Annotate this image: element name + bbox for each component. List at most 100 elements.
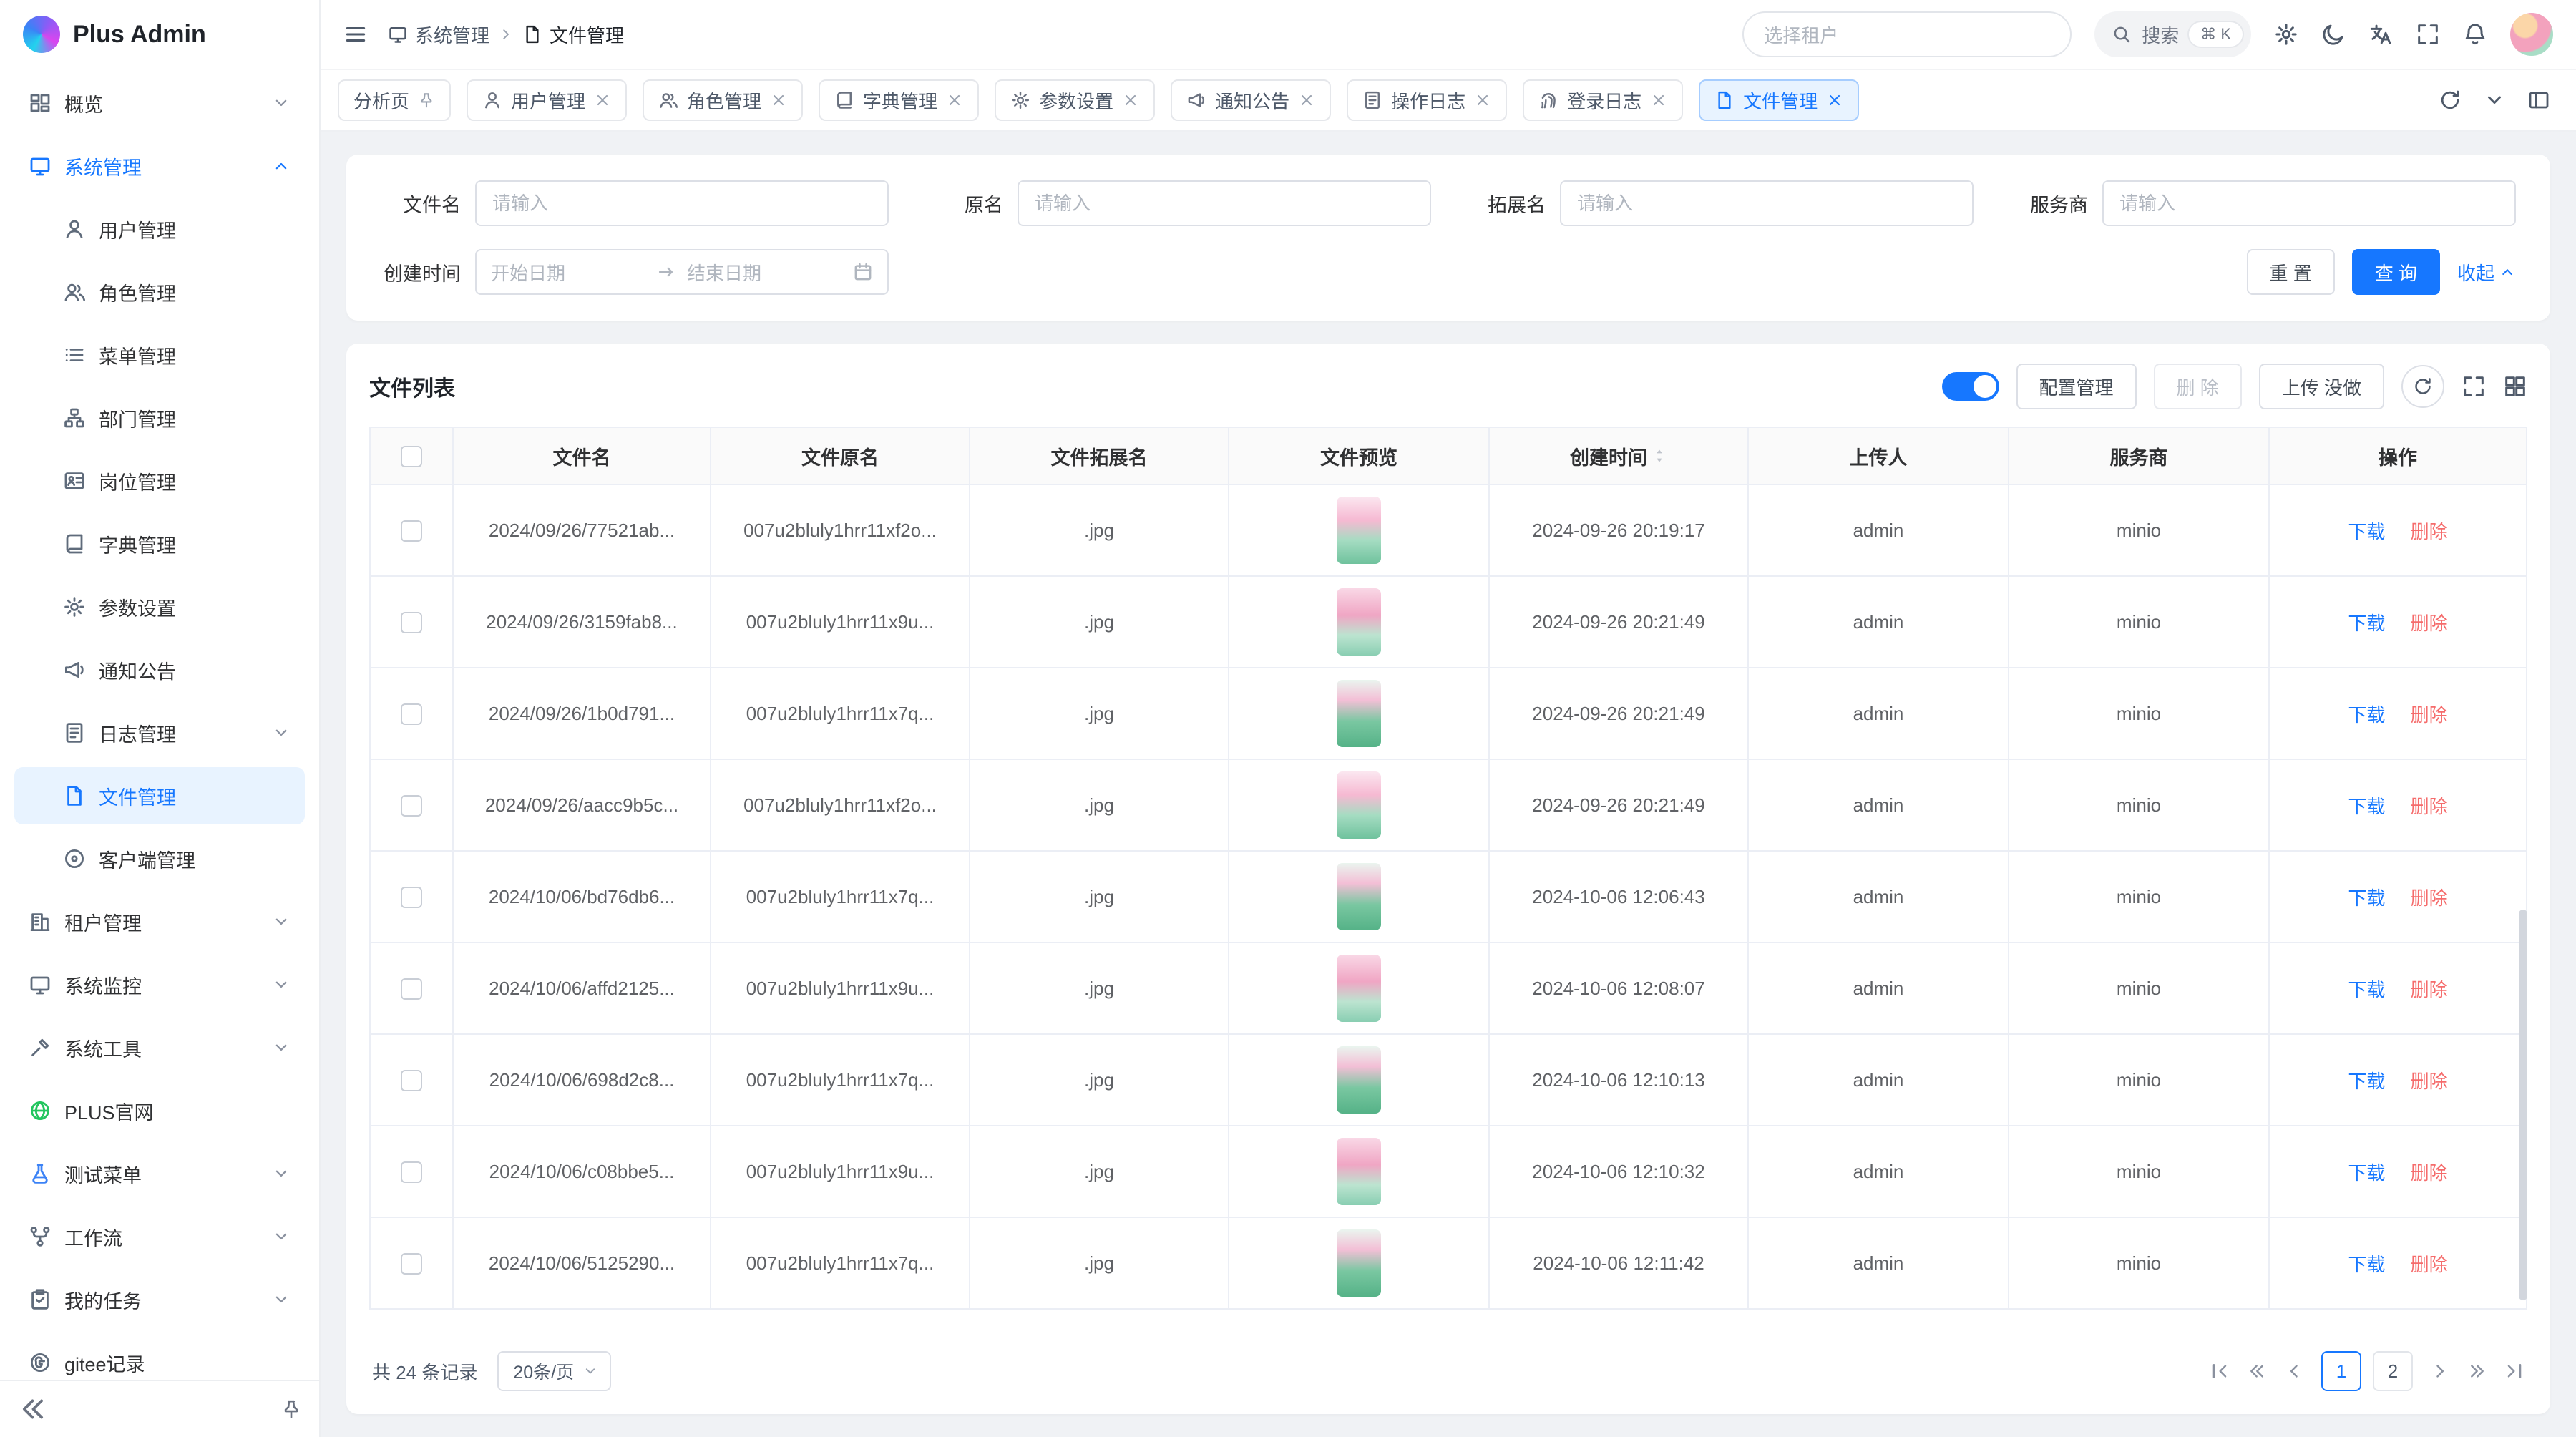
file-preview-image[interactable] [1337,497,1381,564]
config-management-button[interactable]: 配置管理 [2016,364,2137,409]
sidebar-collapse-button[interactable] [17,1393,49,1425]
sidebar-item-workflow[interactable]: 工作流 [14,1208,305,1265]
column-header-created[interactable]: 创建时间 [1489,427,1748,484]
delete-link[interactable]: 删除 [2411,796,2448,817]
reset-button[interactable]: 重 置 [2247,249,2335,295]
sidebar-pin-icon[interactable] [280,1398,302,1420]
tab-login-log[interactable]: 登录日志 [1523,79,1683,121]
sidebar-item-user-management[interactable]: 用户管理 [14,200,305,258]
dark-mode-icon[interactable] [2321,22,2346,47]
sidebar-item-system-tools[interactable]: 系统工具 [14,1019,305,1076]
download-link[interactable]: 下载 [2348,796,2385,817]
fullscreen-icon[interactable] [2416,22,2440,47]
row-checkbox[interactable] [401,887,422,908]
close-icon[interactable] [770,92,787,109]
tab-notice[interactable]: 通知公告 [1171,79,1331,121]
select-all-checkbox[interactable] [401,446,422,467]
translate-icon[interactable] [2368,22,2393,47]
global-search-button[interactable]: 搜索 ⌘ K [2094,11,2251,57]
next-page-button[interactable] [2430,1361,2450,1381]
file-preview-image[interactable] [1337,771,1381,839]
row-checkbox[interactable] [401,703,422,725]
close-icon[interactable] [1650,92,1667,109]
file-name-input[interactable] [475,180,889,226]
pin-icon[interactable] [418,92,435,109]
page-2-button[interactable]: 2 [2373,1351,2413,1391]
query-button[interactable]: 查 询 [2352,249,2440,295]
sidebar-item-test-menu[interactable]: 测试菜单 [14,1145,305,1202]
row-checkbox[interactable] [401,795,422,817]
row-checkbox[interactable] [401,1253,422,1275]
logo[interactable]: Plus Admin [0,0,319,69]
collapse-filter-link[interactable]: 收起 [2457,259,2516,286]
sidebar-item-system-monitor[interactable]: 系统监控 [14,956,305,1013]
file-preview-image[interactable] [1337,1229,1381,1297]
download-link[interactable]: 下载 [2348,1254,2385,1275]
download-link[interactable]: 下载 [2348,979,2385,1000]
last-page-button[interactable] [2504,1361,2524,1381]
first-page-button[interactable] [2210,1361,2230,1381]
close-icon[interactable] [946,92,963,109]
page-size-select[interactable]: 20条/页 [497,1351,611,1391]
layout-icon[interactable] [2527,89,2550,112]
delete-link[interactable]: 删除 [2411,1254,2448,1275]
prev-page-button[interactable] [2284,1361,2304,1381]
delete-link[interactable]: 删除 [2411,887,2448,909]
tab-file-management[interactable]: 文件管理 [1699,79,1859,121]
close-icon[interactable] [1298,92,1315,109]
chevron-down-icon[interactable] [2483,89,2506,112]
sidebar-item-overview[interactable]: 概览 [14,74,305,132]
sidebar-item-client-management[interactable]: 客户端管理 [14,830,305,887]
scrollbar-thumb[interactable] [2519,910,2527,1300]
file-preview-image[interactable] [1337,680,1381,747]
delete-link[interactable]: 删除 [2411,704,2448,726]
close-icon[interactable] [594,92,611,109]
delete-link[interactable]: 删除 [2411,613,2448,634]
file-preview-image[interactable] [1337,955,1381,1022]
delete-button[interactable]: 删 除 [2154,364,2242,409]
date-range-picker[interactable]: 开始日期 结束日期 [475,249,889,295]
delete-link[interactable]: 删除 [2411,1071,2448,1092]
settings-icon[interactable] [2274,22,2298,47]
close-icon[interactable] [1122,92,1139,109]
breadcrumb-item-system-management[interactable]: 系统管理 [388,21,489,48]
refresh-tab-icon[interactable] [2439,89,2462,112]
file-preview-image[interactable] [1337,1138,1381,1205]
download-link[interactable]: 下载 [2348,887,2385,909]
breadcrumb-item-file-management[interactable]: 文件管理 [522,21,624,48]
sidebar-item-dict-management[interactable]: 字典管理 [14,515,305,573]
row-checkbox[interactable] [401,1161,422,1183]
sidebar-item-param-settings[interactable]: 参数设置 [14,578,305,635]
close-icon[interactable] [1826,92,1843,109]
prev-5-pages-button[interactable] [2247,1361,2267,1381]
extension-input[interactable] [1560,180,1974,226]
sidebar-item-system-management[interactable]: 系统管理 [14,137,305,195]
sidebar-item-log-management[interactable]: 日志管理 [14,704,305,761]
sidebar-item-tenant-management[interactable]: 租户管理 [14,893,305,950]
avatar[interactable] [2510,13,2553,56]
download-link[interactable]: 下载 [2348,704,2385,726]
download-link[interactable]: 下载 [2348,1162,2385,1184]
page-1-button[interactable]: 1 [2321,1351,2361,1391]
next-5-pages-button[interactable] [2467,1361,2487,1381]
close-icon[interactable] [1474,92,1491,109]
delete-link[interactable]: 删除 [2411,1162,2448,1184]
tenant-select[interactable]: 选择租户 [1742,11,2072,57]
row-checkbox[interactable] [401,978,422,1000]
tab-user-management[interactable]: 用户管理 [467,79,627,121]
sort-icon[interactable] [1652,445,1667,467]
notifications-icon[interactable] [2463,22,2487,47]
delete-link[interactable]: 删除 [2411,979,2448,1000]
row-checkbox[interactable] [401,612,422,633]
table-scrollbar[interactable] [2519,485,2527,1334]
download-link[interactable]: 下载 [2348,613,2385,634]
sidebar-item-dept-management[interactable]: 部门管理 [14,389,305,447]
sidebar-item-menu-management[interactable]: 菜单管理 [14,326,305,384]
sidebar-item-role-management[interactable]: 角色管理 [14,263,305,321]
sidebar-item-notice[interactable]: 通知公告 [14,641,305,698]
refresh-table-button[interactable] [2401,365,2444,408]
download-link[interactable]: 下载 [2348,521,2385,542]
sidebar-item-file-management[interactable]: 文件管理 [14,767,305,824]
file-preview-image[interactable] [1337,588,1381,656]
tab-role-management[interactable]: 角色管理 [643,79,803,121]
